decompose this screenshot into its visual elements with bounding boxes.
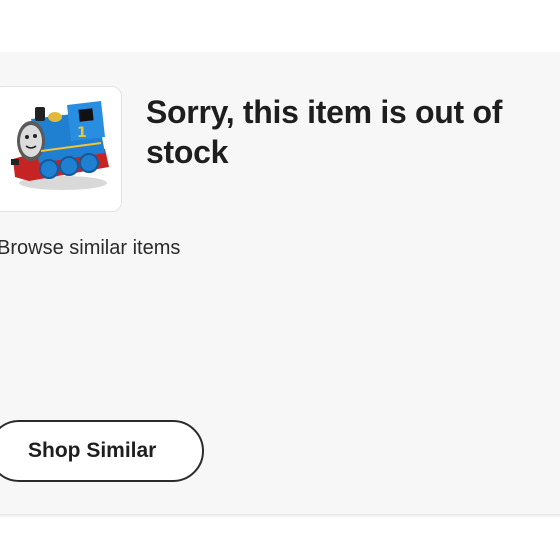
browse-similar-text: Browse similar items <box>0 237 181 259</box>
shop-similar-button[interactable]: Shop Similar <box>0 420 204 482</box>
card-divider <box>0 514 560 518</box>
thomas-tank-engine-toy-image: 1 <box>11 101 109 190</box>
out-of-stock-title: Sorry, this item is out of stock <box>146 94 503 170</box>
product-thumbnail[interactable]: 1 <box>0 86 122 212</box>
page: 1 Sorry, this item is out of stock Brows… <box>0 0 560 560</box>
svg-text:1: 1 <box>77 125 87 141</box>
